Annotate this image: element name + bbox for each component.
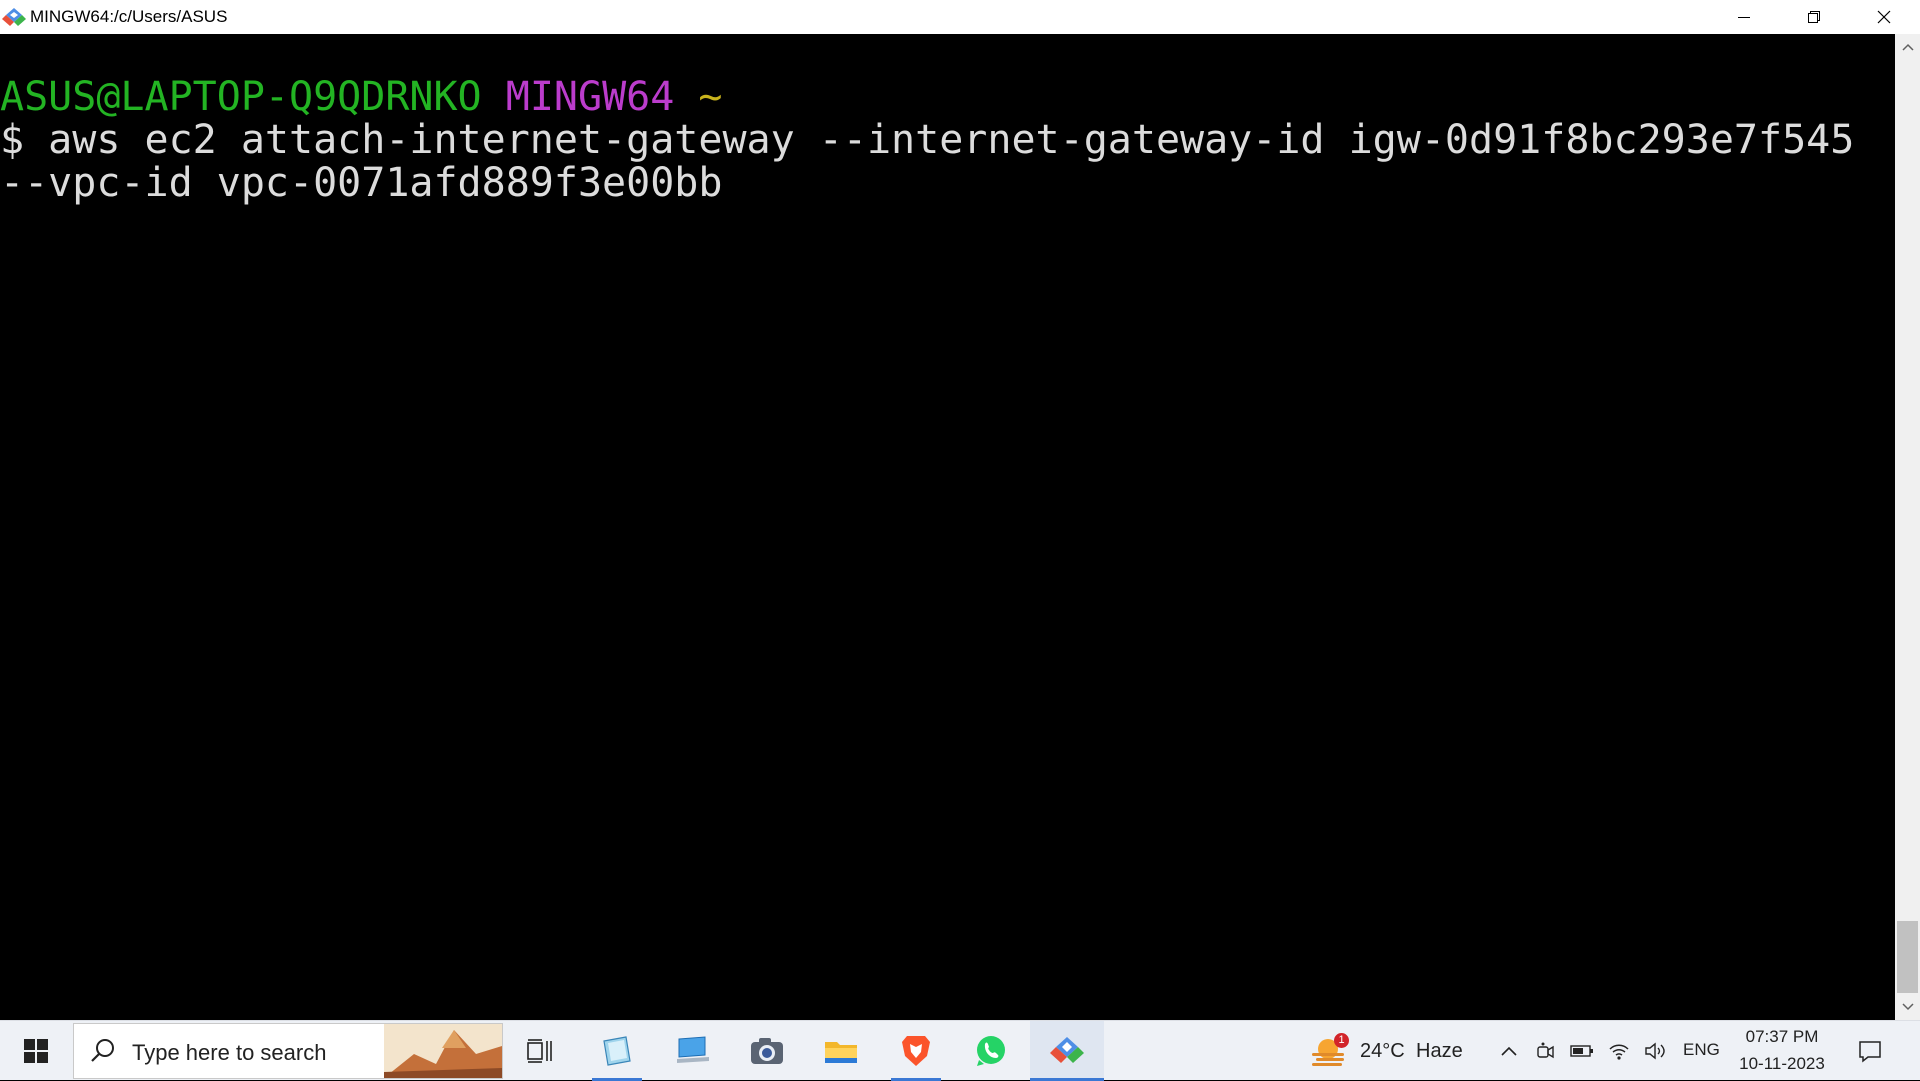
network-button[interactable]: [1604, 1021, 1634, 1081]
input-language-indicator[interactable]: ENG: [1683, 1040, 1720, 1060]
chevron-down-icon: [1901, 1003, 1914, 1011]
brave-icon: [902, 1036, 930, 1066]
title-bar[interactable]: MINGW64:/c/Users/ASUS: [0, 0, 1920, 34]
search-icon: [91, 1039, 114, 1062]
git-bash-icon: [1050, 1037, 1084, 1063]
battery-icon: [1570, 1045, 1593, 1057]
start-icon: [24, 1039, 48, 1063]
minimize-icon: [1738, 17, 1750, 18]
taskbar-app-file-explorer[interactable]: [804, 1021, 878, 1081]
scroll-thumb[interactable]: [1897, 921, 1918, 993]
search-placeholder: Type here to search: [132, 1040, 327, 1065]
weather-widget[interactable]: 1 24°C Haze: [1302, 1021, 1480, 1081]
close-button[interactable]: [1849, 0, 1919, 34]
scroll-down-button[interactable]: [1895, 994, 1920, 1020]
taskbar-app-notepad[interactable]: [580, 1021, 654, 1081]
camera-icon: [751, 1038, 783, 1064]
start-button[interactable]: [0, 1021, 72, 1081]
maximize-icon: [1808, 11, 1820, 23]
taskbar-search-box[interactable]: Type here to search: [73, 1023, 503, 1079]
meet-icon: [1537, 1042, 1554, 1059]
prompt-env: MINGW64: [505, 74, 675, 120]
task-view-icon: [527, 1039, 552, 1063]
file-explorer-icon: [825, 1042, 857, 1063]
notepad-icon: [603, 1036, 631, 1066]
notification-icon: [1859, 1041, 1881, 1063]
taskbar-app-whatsapp[interactable]: [954, 1021, 1028, 1081]
chevron-up-icon: [1901, 43, 1914, 51]
scroll-up-button[interactable]: [1895, 34, 1920, 60]
battery-button[interactable]: [1567, 1021, 1597, 1081]
vertical-scrollbar[interactable]: [1895, 34, 1920, 1020]
weather-temperature: 24°C: [1360, 1040, 1405, 1062]
task-view-button[interactable]: [503, 1021, 577, 1081]
minimize-button[interactable]: [1709, 0, 1779, 34]
taskbar-app-brave[interactable]: [879, 1021, 953, 1081]
clock-date[interactable]: 10-11-2023: [1734, 1054, 1830, 1074]
command-line-2: --vpc-id vpc-0071afd889f3e00bb: [0, 160, 723, 206]
search-highlight-image: [384, 1024, 502, 1078]
action-center-button[interactable]: [1850, 1021, 1890, 1081]
whatsapp-icon: [977, 1036, 1005, 1066]
prompt-line: ASUS@LAPTOP-Q9QDRNKO MINGW64 ~: [0, 76, 723, 119]
weather-condition: Haze: [1416, 1040, 1463, 1062]
command-line-1: $ aws ec2 attach-internet-gateway --inte…: [0, 117, 1855, 163]
terminal-area[interactable]: ASUS@LAPTOP-Q9QDRNKO MINGW64 ~ $ aws ec2…: [0, 34, 1895, 1020]
chevron-up-icon: [1501, 1046, 1517, 1056]
volume-icon: [1645, 1042, 1665, 1060]
weather-alert-badge: 1: [1334, 1033, 1349, 1048]
clock-time[interactable]: 07:37 PM: [1745, 1027, 1819, 1047]
wifi-icon: [1609, 1044, 1629, 1060]
computer-icon: [677, 1036, 709, 1063]
prompt-cwd: ~: [698, 74, 723, 120]
meet-now-button[interactable]: [1530, 1021, 1560, 1081]
taskbar-app-camera[interactable]: [730, 1021, 804, 1081]
maximize-button[interactable]: [1779, 0, 1849, 34]
git-bash-icon: [2, 8, 26, 26]
show-hidden-icons-button[interactable]: [1494, 1021, 1524, 1081]
prompt-user: ASUS@LAPTOP-Q9QDRNKO: [0, 74, 482, 120]
taskbar-app-computer[interactable]: [656, 1021, 730, 1081]
close-icon: [1877, 10, 1891, 24]
volume-button[interactable]: [1640, 1021, 1670, 1081]
window-title: MINGW64:/c/Users/ASUS: [30, 7, 228, 26]
taskbar: Type here to search 1 24°C Haze ENG 07:3…: [0, 1020, 1920, 1081]
taskbar-app-git-bash[interactable]: [1030, 1021, 1104, 1081]
